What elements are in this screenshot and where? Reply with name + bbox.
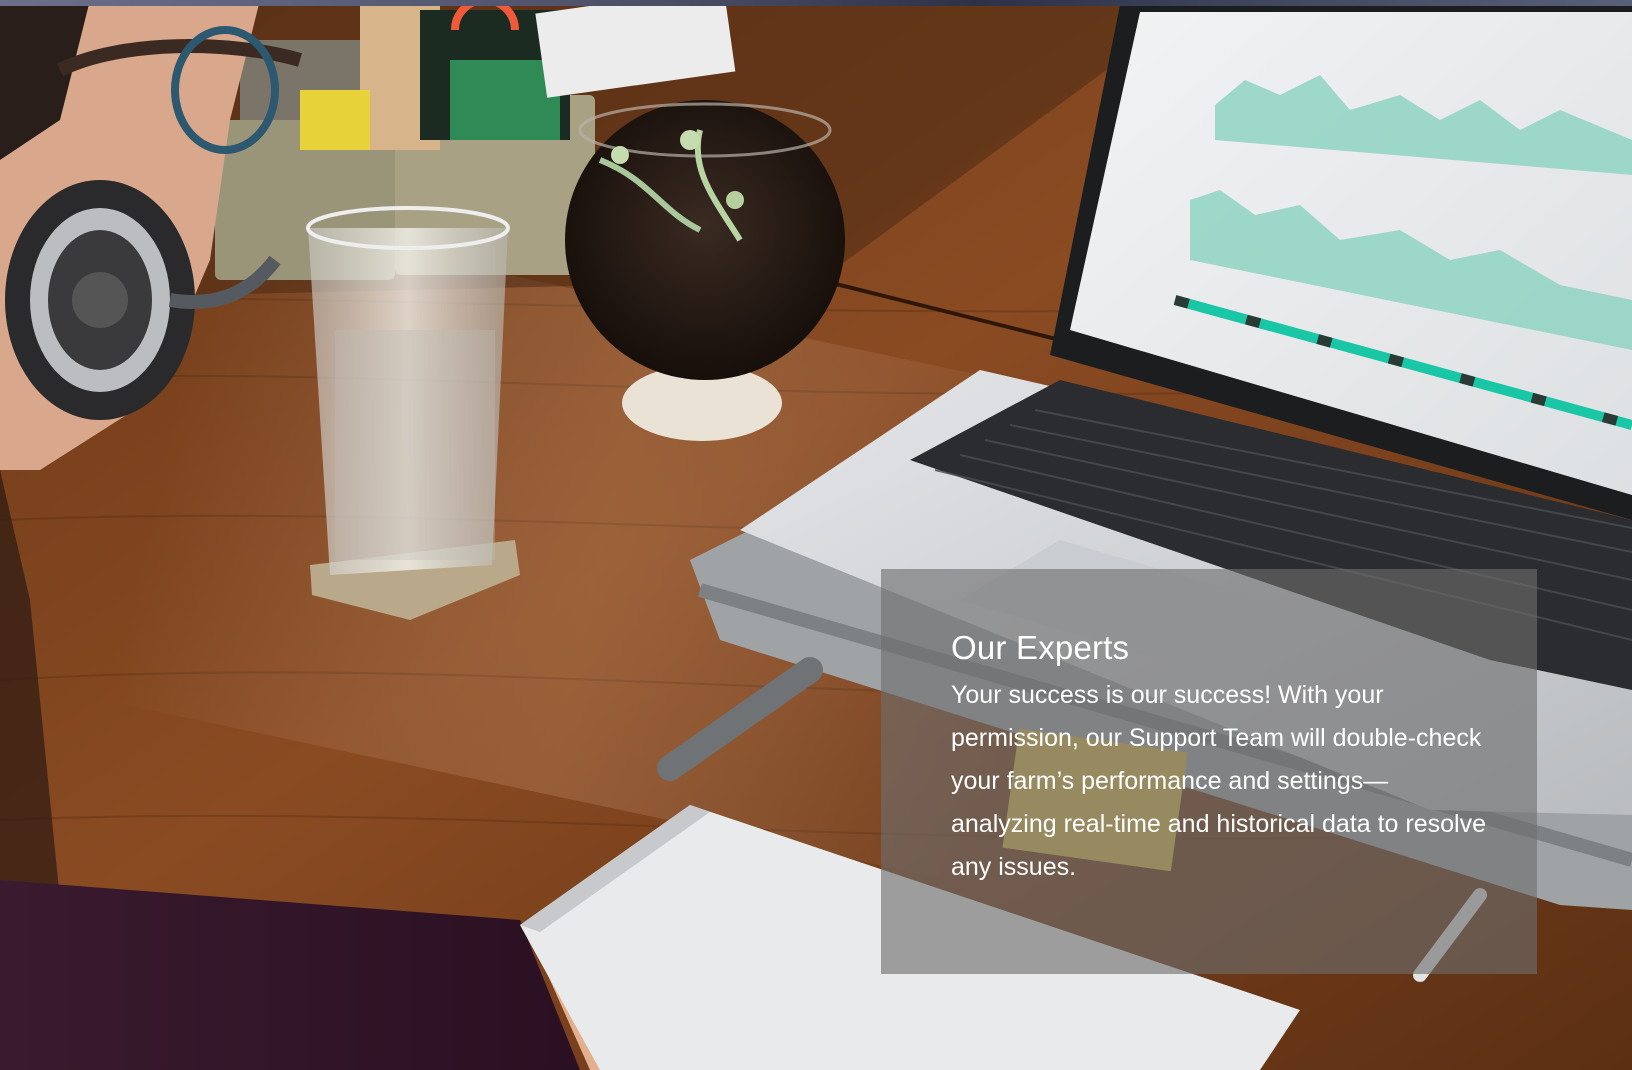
water-glass [306,206,520,620]
hero-section: Our Experts Your success is our success!… [0,0,1632,1070]
section-description: Your success is our success! With your p… [951,681,1486,882]
top-nav-strip [0,0,1632,6]
section-title: Our Experts [951,629,1130,666]
experts-info-card: Our Experts Your success is our success!… [881,569,1537,974]
